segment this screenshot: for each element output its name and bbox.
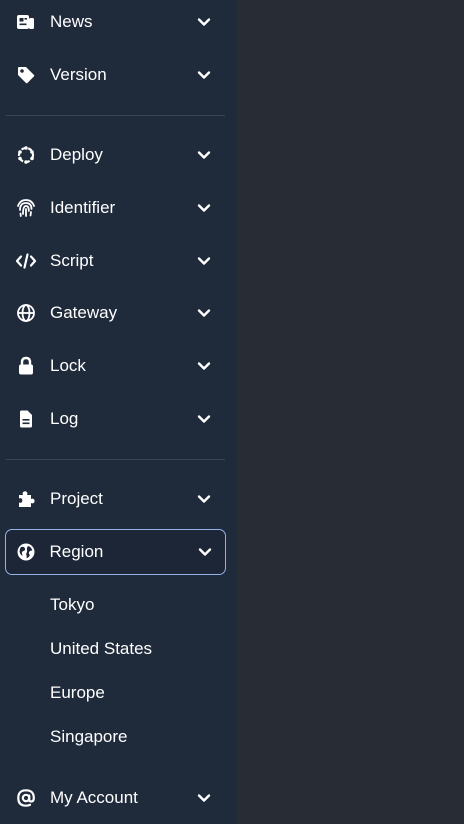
sidebar: News Version Deploy Identifier Script Ga… <box>0 0 238 824</box>
puzzle-icon <box>15 489 37 509</box>
sidebar-item-script[interactable]: Script <box>5 238 226 284</box>
chevron-down-icon <box>196 790 212 806</box>
main-content <box>238 0 464 824</box>
sidebar-item-deploy[interactable]: Deploy <box>5 132 226 178</box>
divider <box>6 459 225 460</box>
news-icon <box>15 12 37 32</box>
chevron-down-icon <box>196 14 212 30</box>
sidebar-item-gateway[interactable]: Gateway <box>5 290 226 336</box>
region-sub-item-europe[interactable]: Europe <box>50 683 105 703</box>
sidebar-item-label: Log <box>50 409 79 428</box>
sidebar-item-label: Identifier <box>50 198 116 217</box>
sidebar-item-label: Gateway <box>50 303 118 322</box>
globe-icon <box>15 303 37 323</box>
region-sub-item-tokyo[interactable]: Tokyo <box>50 595 94 615</box>
tag-icon <box>15 65 37 85</box>
sidebar-item-my-account[interactable]: My Account <box>5 775 226 821</box>
divider <box>6 115 225 116</box>
sidebar-item-label: My Account <box>50 788 138 807</box>
chevron-down-icon <box>196 147 212 163</box>
deploy-icon <box>15 145 37 165</box>
chevron-down-icon <box>196 67 212 83</box>
file-icon <box>15 409 37 429</box>
chevron-down-icon <box>196 358 212 374</box>
chevron-down-icon <box>196 200 212 216</box>
sidebar-item-project[interactable]: Project <box>5 476 226 522</box>
region-sub-item-singapore[interactable]: Singapore <box>50 727 128 747</box>
sidebar-item-identifier[interactable]: Identifier <box>5 185 226 231</box>
chevron-down-icon <box>196 305 212 321</box>
sidebar-item-lock[interactable]: Lock <box>5 343 226 389</box>
lock-icon <box>15 356 37 376</box>
sidebar-item-version[interactable]: Version <box>5 52 226 98</box>
chevron-down-icon <box>196 253 212 269</box>
sidebar-item-label: News <box>50 12 93 31</box>
chevron-down-icon <box>197 544 213 560</box>
at-icon <box>15 788 37 808</box>
earth-icon <box>15 542 37 562</box>
sidebar-item-region[interactable]: Region <box>5 529 226 575</box>
sidebar-item-label: Lock <box>50 356 86 375</box>
sidebar-item-log[interactable]: Log <box>5 396 226 442</box>
fingerprint-icon <box>15 198 37 218</box>
sidebar-item-news[interactable]: News <box>5 0 226 45</box>
sidebar-item-label: Region <box>49 542 104 561</box>
sidebar-item-label: Project <box>50 489 103 508</box>
sidebar-item-label: Deploy <box>50 145 103 164</box>
sidebar-item-label: Version <box>50 65 107 84</box>
region-sub-item-united-states[interactable]: United States <box>50 639 152 659</box>
sidebar-item-label: Script <box>50 251 94 270</box>
chevron-down-icon <box>196 411 212 427</box>
chevron-down-icon <box>196 491 212 507</box>
code-icon <box>15 251 37 271</box>
